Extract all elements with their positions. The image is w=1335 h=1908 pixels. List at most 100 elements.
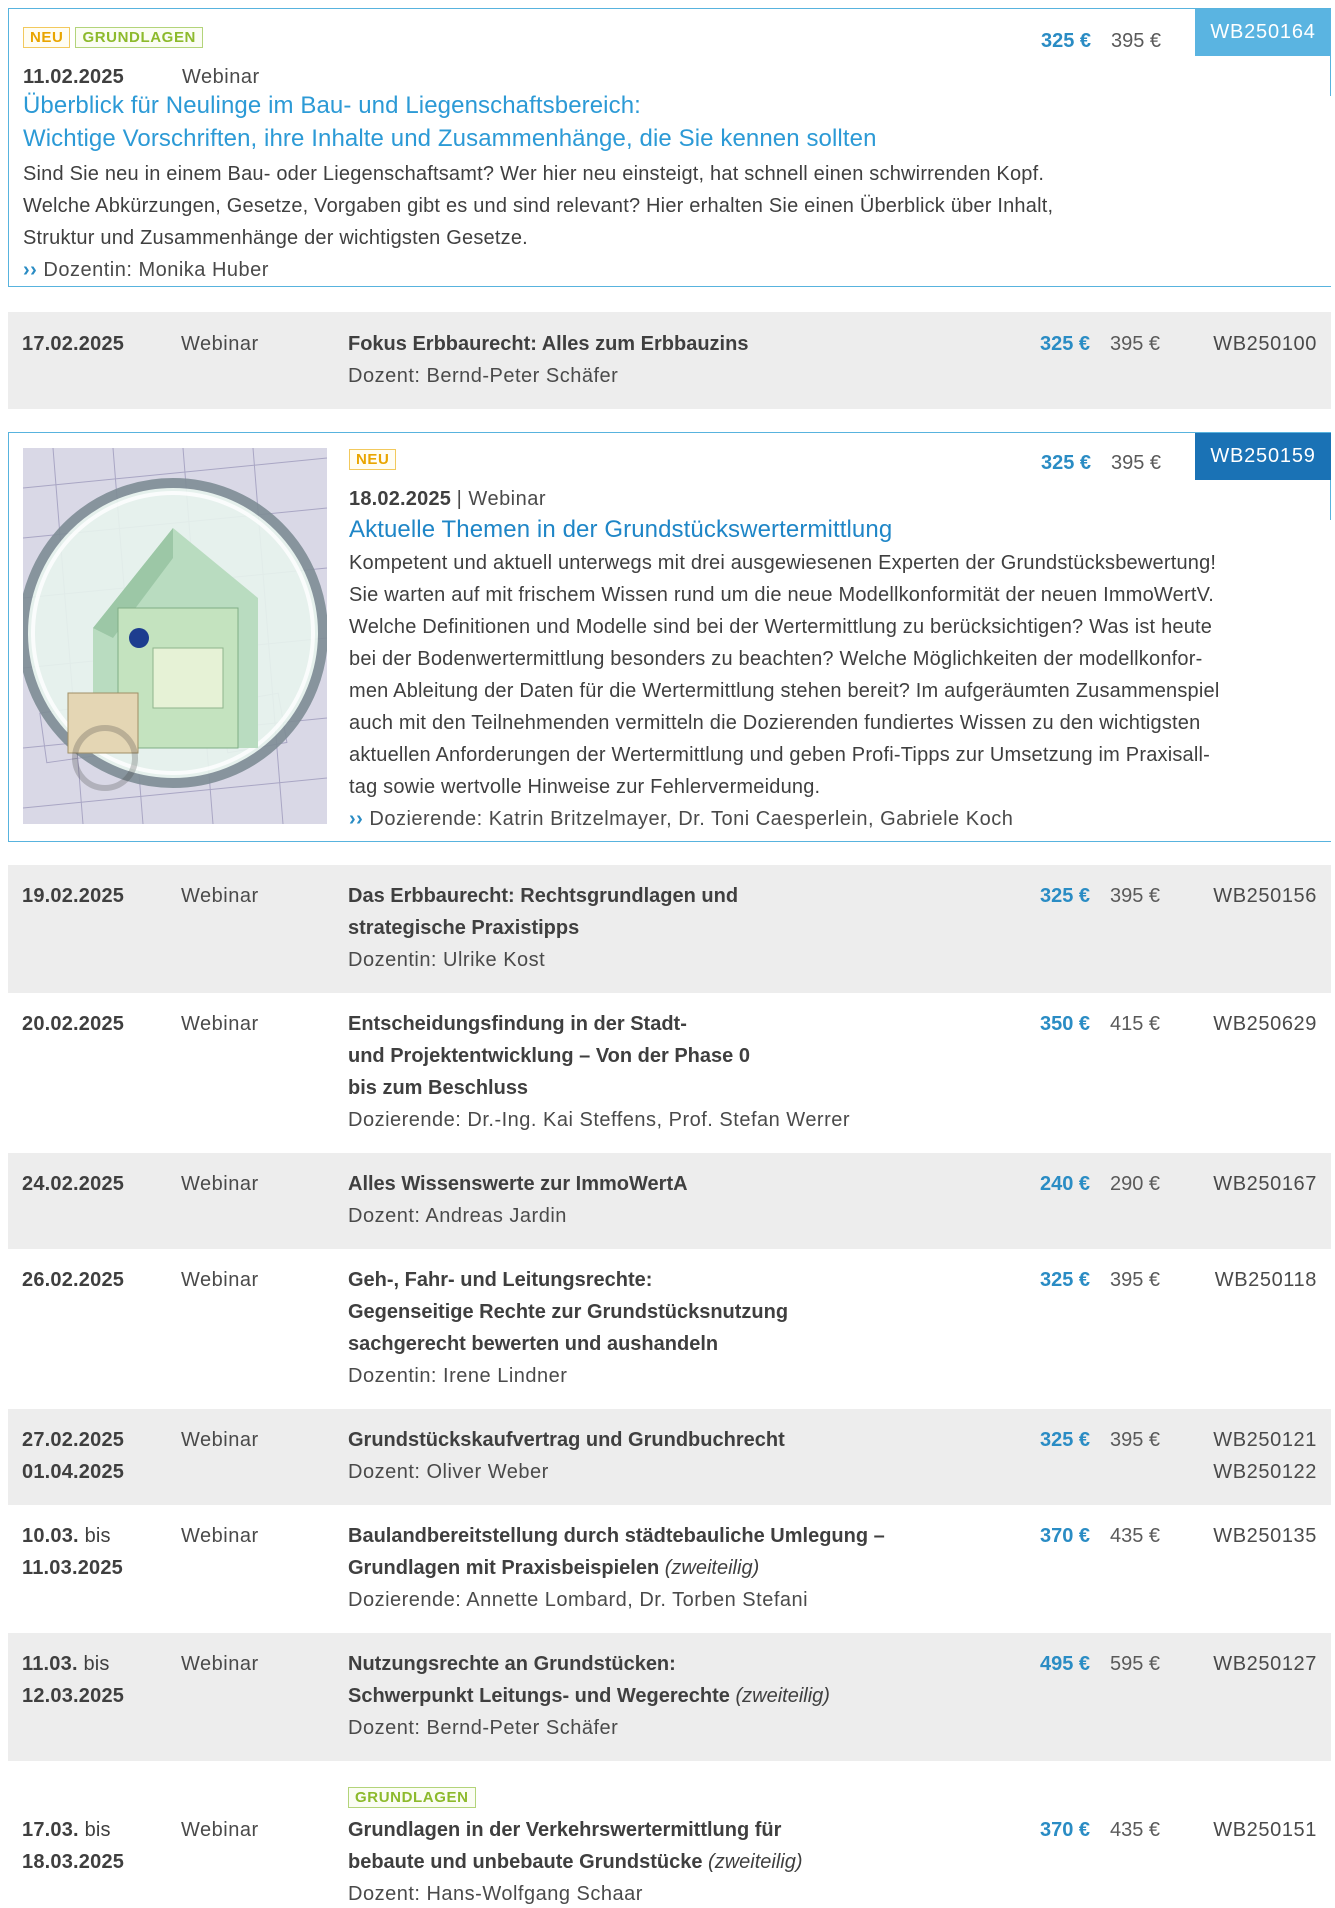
old-price: 435 € (1110, 1819, 1161, 1841)
seminar-speaker: Dozierende: Dr.-Ing. Kai Steffens, Prof.… (348, 1109, 851, 1131)
old-price: 290 € (1110, 1173, 1161, 1195)
seminar-date: 26.02.2025 (22, 1269, 125, 1291)
seminar-code-button[interactable]: WB250164 (1195, 9, 1331, 56)
seminar-type: Webinar (181, 1013, 259, 1035)
title-line: strategische Praxistipps (348, 917, 580, 939)
title-line: Entscheidungsfindung in der Stadt- (348, 1013, 687, 1035)
date-first: 27.02.2025 (22, 1429, 125, 1451)
date-end: 18.03.2025 (22, 1851, 125, 1873)
seminar-code-button[interactable]: WB250159 (1195, 433, 1331, 480)
seminar-type: | Webinar (456, 488, 547, 510)
seminar-title[interactable]: Alles Wissenswerte zur ImmoWertA (348, 1168, 688, 1200)
seminar-code[interactable]: WB250629 (1213, 1008, 1317, 1040)
seminar-title[interactable]: Geh-, Fahr- und Leitungsrechte: Gegensei… (348, 1264, 788, 1360)
seminar-code[interactable]: WB250167 (1213, 1168, 1317, 1200)
seminar-code[interactable]: WB250127 (1213, 1648, 1317, 1680)
seminar-title[interactable]: Baulandbereitstellung durch städtebaulic… (348, 1520, 885, 1584)
seminar-title[interactable]: Nutzungsrechte an Grundstücken: Schwerpu… (348, 1648, 830, 1712)
seminar-code[interactable]: WB250156 (1213, 880, 1317, 912)
badge-group: NEU (349, 447, 401, 471)
desc-line: Welche Abkürzungen, Gesetze, Vorgaben gi… (23, 195, 1054, 217)
price: 325 € (1041, 30, 1092, 52)
old-price: 395 € (1111, 30, 1162, 52)
old-price: 415 € (1110, 1013, 1161, 1035)
date-bis: bis (84, 1819, 111, 1841)
seminar-date: 27.02.2025 01.04.2025 (22, 1424, 124, 1488)
seminar-title[interactable]: Grundstückskaufvertrag und Grundbuchrech… (348, 1424, 785, 1456)
title-line: bebaute und unbebaute Grundstücke (348, 1851, 703, 1873)
old-price: 395 € (1111, 452, 1162, 474)
seminar-type: Webinar (181, 333, 259, 355)
date-bis: bis (83, 1653, 110, 1675)
price: 240 € (1040, 1173, 1091, 1195)
speaker-text: Dozentin: Monika Huber (43, 259, 269, 281)
seminar-speaker: Dozent: Andreas Jardin (348, 1205, 567, 1227)
seminar-type: Webinar (181, 1269, 259, 1291)
price: 495 € (1040, 1653, 1091, 1675)
seminar-date: 20.02.2025 (22, 1013, 125, 1035)
seminar-title[interactable]: Entscheidungsfindung in der Stadt- und P… (348, 1008, 750, 1104)
date-end: 11.03.2025 (22, 1557, 123, 1579)
date-start: 17.03. (22, 1819, 79, 1841)
price: 325 € (1040, 885, 1091, 907)
seminar-code[interactable]: WB250151 (1213, 1814, 1317, 1846)
divider (1329, 56, 1331, 96)
seminar-speaker: Dozent: Bernd-Peter Schäfer (348, 365, 619, 387)
seminar-title[interactable]: Das Erbbaurecht: Rechtsgrundlagen und st… (348, 880, 738, 944)
desc-line: Kompetent und aktuell unterwegs mit drei… (349, 552, 1217, 574)
seminar-date: 19.02.2025 (22, 885, 125, 907)
seminar-date: 18.02.2025 (349, 488, 452, 510)
seminar-title[interactable]: Fokus Erbbaurecht: Alles zum Erbbauzins (348, 328, 748, 360)
seminar-type: Webinar (181, 1653, 259, 1675)
code-second[interactable]: WB250122 (1213, 1456, 1317, 1488)
desc-line: Welche Definitionen und Modelle sind bei… (349, 616, 1213, 638)
seminar-date: 17.03. bis 18.03.2025 (22, 1814, 124, 1878)
seminar-row-7: 10.03. bis 11.03.2025 Webinar Baulandber… (8, 1505, 1331, 1633)
seminar-date: 11.03. bis 12.03.2025 (22, 1648, 124, 1712)
seminar-title-line1[interactable]: Überblick für Neulinge im Bau- und Liege… (23, 89, 641, 123)
seminar-title-line2[interactable]: Wichtige Vorschriften, ihre Inhalte und … (23, 122, 877, 156)
old-price: 395 € (1110, 885, 1161, 907)
seminar-code[interactable]: WB250118 (1215, 1264, 1317, 1296)
seminar-title[interactable]: Aktuelle Themen in der Grundstückswerter… (349, 513, 892, 547)
price: 325 € (1040, 1429, 1091, 1451)
seminar-code[interactable]: WB250121 WB250122 (1213, 1424, 1317, 1488)
price: 350 € (1040, 1013, 1091, 1035)
divider (1329, 480, 1331, 520)
seminar-code[interactable]: WB250135 (1213, 1520, 1317, 1552)
desc-line: men Ableitung der Daten für die Wertermi… (349, 680, 1220, 702)
seminar-type: Webinar (181, 1525, 259, 1547)
seminar-title[interactable]: Grundlagen in der Verkehrswertermittlung… (348, 1814, 803, 1878)
title-line: bis zum Beschluss (348, 1077, 529, 1099)
desc-line: aktuellen Anforderungen der Wertermittlu… (349, 744, 1211, 766)
arrow-right-icon: ›› (349, 808, 364, 830)
title-line: Gegenseitige Rechte zur Grundstücksnutzu… (348, 1301, 789, 1323)
code-first[interactable]: WB250121 (1213, 1424, 1317, 1456)
seminar-description: Kompetent und aktuell unterwegs mit drei… (349, 547, 1321, 803)
featured-seminar-2: NEU 18.02.2025 | Webinar Aktuelle Themen… (8, 432, 1331, 842)
arrow-right-icon: ›› (23, 259, 38, 281)
title-line: Das Erbbaurecht: Rechtsgrundlagen und (348, 885, 739, 907)
seminar-date-type: 18.02.2025 | Webinar (349, 483, 546, 515)
seminar-type: Webinar (181, 1429, 259, 1451)
old-price: 395 € (1110, 1429, 1161, 1451)
seminar-date: 24.02.2025 (22, 1173, 125, 1195)
desc-line: Sind Sie neu in einem Bau- oder Liegensc… (23, 163, 1045, 185)
badge-grundlagen: GRUNDLAGEN (348, 1787, 476, 1809)
old-price: 435 € (1110, 1525, 1161, 1547)
badge-group: NEU GRUNDLAGEN (23, 25, 208, 49)
euro-house-illustration (23, 448, 327, 824)
date-bis: bis (84, 1525, 111, 1547)
featured-seminar-1: NEU GRUNDLAGEN 11.02.2025 Webinar Überbli… (8, 8, 1331, 287)
title-note: (zweiteilig) (735, 1685, 830, 1707)
seminar-row-5: 26.02.2025 Webinar Geh-, Fahr- und Leitu… (8, 1249, 1331, 1409)
old-price: 395 € (1110, 1269, 1161, 1291)
title-line: Grundlagen mit Praxisbeispielen (348, 1557, 660, 1579)
title-note: (zweiteilig) (664, 1557, 760, 1579)
seminar-row-1: 17.02.2025 Webinar Fokus Erbbaurecht: Al… (8, 312, 1331, 409)
title-line: Schwerpunkt Leitungs- und Wegerechte (348, 1685, 730, 1707)
seminar-row-3: 20.02.2025 Webinar Entscheidungsfindung … (8, 993, 1331, 1153)
title-line: Baulandbereitstellung durch städtebaulic… (348, 1525, 885, 1547)
old-price: 395 € (1110, 333, 1161, 355)
seminar-code[interactable]: WB250100 (1213, 328, 1317, 360)
